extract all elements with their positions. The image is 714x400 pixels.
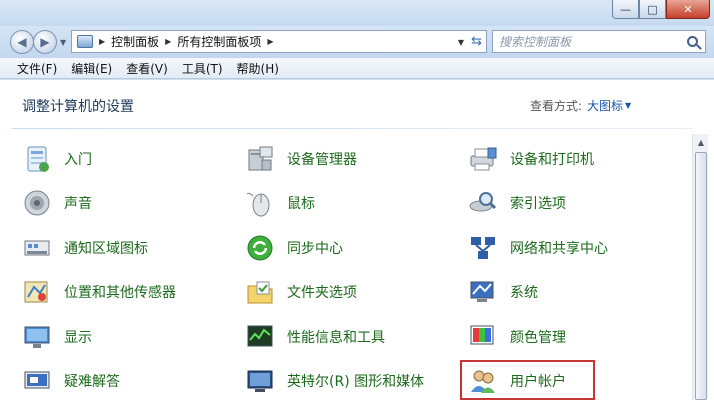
item-label[interactable]: 通知区域图标: [64, 238, 148, 258]
printer-icon: [468, 144, 498, 174]
item-label[interactable]: 显示: [64, 327, 92, 347]
divider: [12, 128, 692, 129]
page-title: 调整计算机的设置: [22, 99, 134, 115]
item-location-sensors[interactable]: 位置和其他传感器: [22, 276, 176, 308]
search-icon[interactable]: [687, 36, 698, 47]
menu-view[interactable]: 查看(V): [119, 60, 175, 77]
item-sync-center[interactable]: 同步中心: [245, 232, 343, 264]
intel-graphics-icon: [245, 366, 275, 396]
item-notification-area-icons[interactable]: 通知区域图标: [22, 232, 148, 264]
item-mouse[interactable]: 鼠标: [245, 187, 315, 219]
item-label[interactable]: 索引选项: [510, 193, 566, 213]
view-by-label: 查看方式:: [530, 99, 583, 113]
forward-button[interactable]: ▶: [33, 30, 57, 54]
item-label[interactable]: 文件夹选项: [287, 282, 357, 302]
network-icon: [468, 233, 498, 263]
view-by-chevron-down-icon[interactable]: ▼: [625, 101, 631, 110]
display-icon: [22, 322, 52, 352]
sync-center-icon: [245, 233, 275, 263]
item-indexing-options[interactable]: 索引选项: [468, 187, 566, 219]
item-label[interactable]: 疑难解答: [64, 371, 120, 391]
minimize-button[interactable]: —: [612, 0, 639, 19]
item-label[interactable]: 设备管理器: [287, 149, 357, 169]
address-dropdown-icon[interactable]: ▼: [458, 38, 464, 47]
item-color-management[interactable]: 颜色管理: [468, 321, 566, 353]
item-label[interactable]: 性能信息和工具: [287, 327, 385, 347]
menu-file[interactable]: 文件(F): [10, 60, 64, 77]
breadcrumb-separator-icon[interactable]: ▶: [267, 37, 273, 46]
search-box[interactable]: 搜索控制面板: [492, 30, 706, 53]
item-label[interactable]: 鼠标: [287, 193, 315, 213]
window-controls: — □ ✕: [612, 0, 710, 19]
color-management-icon: [468, 322, 498, 352]
menu-tools[interactable]: 工具(T): [175, 60, 230, 77]
item-label[interactable]: 颜色管理: [510, 327, 566, 347]
item-performance-tools[interactable]: 性能信息和工具: [245, 321, 385, 353]
device-manager-icon: [245, 144, 275, 174]
close-button[interactable]: ✕: [666, 0, 710, 19]
troubleshooting-icon: [22, 366, 52, 396]
scrollbar-thumb[interactable]: [695, 152, 707, 400]
item-label[interactable]: 英特尔(R) 图形和媒体: [287, 371, 424, 391]
item-devices-printers[interactable]: 设备和打印机: [468, 143, 594, 175]
control-panel-icon: [77, 35, 93, 48]
performance-icon: [245, 322, 275, 352]
menu-help[interactable]: 帮助(H): [230, 60, 286, 77]
menu-bar: 文件(F) 编辑(E) 查看(V) 工具(T) 帮助(H): [0, 58, 714, 79]
title-bar: — □ ✕: [0, 0, 714, 26]
item-label[interactable]: 入门: [64, 149, 92, 169]
item-troubleshooting[interactable]: 疑难解答: [22, 365, 120, 397]
menu-edit[interactable]: 编辑(E): [64, 60, 119, 77]
item-system[interactable]: 系统: [468, 276, 538, 308]
item-sound[interactable]: 声音: [22, 187, 92, 219]
breadcrumb-separator-icon[interactable]: ▶: [165, 37, 171, 46]
scroll-up-icon[interactable]: ▲: [693, 134, 709, 150]
selection-highlight: [460, 360, 595, 400]
refresh-icon[interactable]: ⇆: [471, 34, 482, 49]
item-folder-options[interactable]: 文件夹选项: [245, 276, 357, 308]
breadcrumb-control-panel[interactable]: 控制面板: [111, 33, 159, 50]
item-label[interactable]: 位置和其他传感器: [64, 282, 176, 302]
breadcrumb-separator-icon[interactable]: ▶: [99, 37, 105, 46]
view-by-dropdown[interactable]: 大图标: [587, 97, 623, 114]
item-display[interactable]: 显示: [22, 321, 92, 353]
item-intel-graphics[interactable]: 英特尔(R) 图形和媒体: [245, 365, 424, 397]
item-getting-started[interactable]: 入门: [22, 143, 92, 175]
control-panel-content: 调整计算机的设置 查看方式: 大图标 ▼ 入门 设备管理器 设备和打印机 声音 …: [0, 80, 714, 400]
system-icon: [468, 277, 498, 307]
mouse-icon: [245, 188, 275, 218]
item-label[interactable]: 系统: [510, 282, 538, 302]
index-options-icon: [468, 188, 498, 218]
folder-options-icon: [245, 277, 275, 307]
getting-started-icon: [22, 144, 52, 174]
breadcrumb-all-items[interactable]: 所有控制面板项: [177, 33, 261, 50]
vertical-scrollbar[interactable]: ▲: [692, 134, 708, 400]
search-input[interactable]: 搜索控制面板: [499, 33, 687, 50]
address-bar[interactable]: ▶ 控制面板 ▶ 所有控制面板项 ▶ ▼ ⇆: [71, 30, 487, 53]
item-label[interactable]: 同步中心: [287, 238, 343, 258]
item-label[interactable]: 声音: [64, 193, 92, 213]
maximize-button[interactable]: □: [639, 0, 666, 19]
back-button[interactable]: ◀: [10, 30, 34, 54]
location-sensor-icon: [22, 277, 52, 307]
item-network-sharing-center[interactable]: 网络和共享中心: [468, 232, 608, 264]
item-device-manager[interactable]: 设备管理器: [245, 143, 357, 175]
navigation-bar: ◀ ▶ ▼ ▶ 控制面板 ▶ 所有控制面板项 ▶ ▼ ⇆ 搜索控制面板: [0, 26, 714, 58]
recent-pages-dropdown-icon[interactable]: ▼: [60, 38, 66, 47]
item-label[interactable]: 网络和共享中心: [510, 238, 608, 258]
item-label[interactable]: 设备和打印机: [510, 149, 594, 169]
notification-area-icon: [22, 233, 52, 263]
speaker-icon: [22, 188, 52, 218]
